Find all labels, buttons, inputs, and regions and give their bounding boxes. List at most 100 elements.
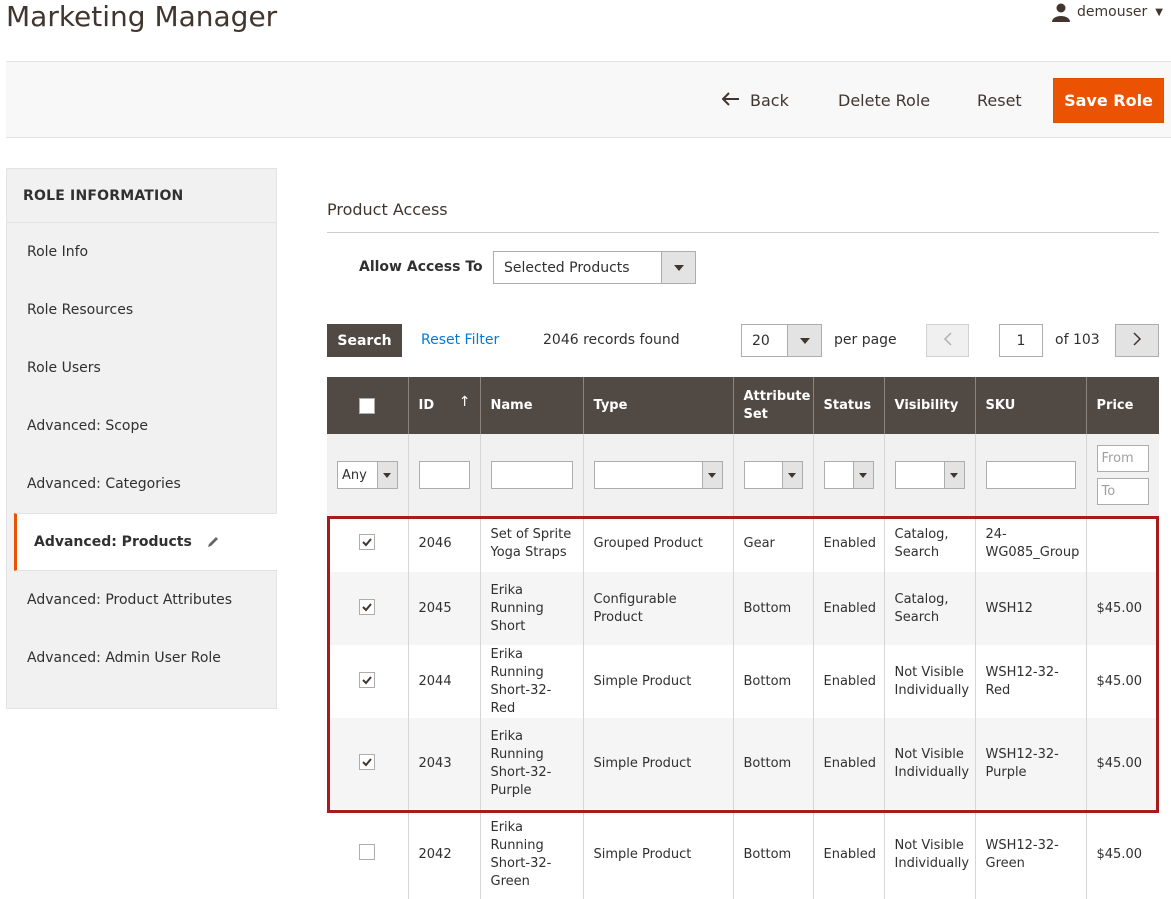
id-cell: 2042 <box>407 809 480 899</box>
id-filter-input[interactable] <box>418 461 470 489</box>
name-cell: Erika Running Short-32-Red <box>479 645 583 718</box>
type-cell: Simple Product <box>582 645 733 718</box>
page-title: Marketing Manager <box>6 0 278 33</box>
per-page-label: per page <box>834 332 897 348</box>
visibility-filter-select[interactable] <box>894 461 965 489</box>
table-row[interactable]: 2046 Set of Sprite Yoga Straps Grouped Pro… <box>327 516 1159 572</box>
column-header-attribute-set[interactable]: Attribute Set <box>732 377 813 434</box>
row-checkbox[interactable] <box>359 843 376 860</box>
visibility-cell: Not Visible Individually <box>883 809 975 899</box>
name-cell: Set of Sprite Yoga Straps <box>479 516 583 572</box>
allow-access-value: Selected Products <box>504 259 630 276</box>
visibility-cell: Catalog, Search <box>883 572 975 645</box>
column-header-id[interactable]: ID ↑ <box>407 377 480 434</box>
sidebar-item-advanced-products[interactable]: Advanced: Products <box>14 513 277 571</box>
type-cell: Grouped Product <box>582 516 733 572</box>
reset-button[interactable]: Reset <box>977 78 1022 123</box>
status-cell: Enabled <box>812 645 884 718</box>
user-menu[interactable]: demouser ▼ <box>1051 2 1163 22</box>
column-header-type[interactable]: Type <box>582 377 733 434</box>
checkmark-icon <box>362 602 373 611</box>
select-all-header[interactable] <box>327 377 408 434</box>
sidebar-item-role-resources[interactable]: Role Resources <box>7 281 276 339</box>
sku-cell: WSH12-32-Purple <box>974 718 1086 809</box>
chevron-left-icon <box>943 331 953 350</box>
row-checkbox[interactable] <box>359 671 376 688</box>
table-row[interactable]: 2045 Erika Running Short Configurable Prod… <box>327 572 1159 645</box>
type-filter-select[interactable] <box>593 461 723 489</box>
name-cell: Erika Running Short <box>479 572 583 645</box>
sidebar-item-advanced-categories[interactable]: Advanced: Categories <box>7 455 276 513</box>
grid-header-row: ID ↑ Name Type Attribute Set Status Visib… <box>327 377 1159 434</box>
sidebar-item-advanced-product-attributes[interactable]: Advanced: Product Attributes <box>7 571 276 629</box>
status-cell: Enabled <box>812 572 884 645</box>
price-from-input[interactable]: From <box>1096 445 1149 472</box>
column-header-visibility[interactable]: Visibility <box>883 377 975 434</box>
total-pages: of 103 <box>1055 332 1100 348</box>
visibility-cell: Not Visible Individually <box>883 645 975 718</box>
dropdown-caret-icon <box>701 462 722 488</box>
visibility-cell: Catalog, Search <box>883 516 975 572</box>
row-checkbox[interactable] <box>359 753 376 770</box>
attribute-set-cell: Bottom <box>732 645 813 718</box>
allow-access-select[interactable]: Selected Products <box>493 251 696 284</box>
products-grid: ID ↑ Name Type Attribute Set Status Visib… <box>327 377 1159 899</box>
dropdown-caret-icon: ▼ <box>1155 6 1163 18</box>
previous-page-button[interactable] <box>926 324 969 357</box>
attribute-set-cell: Gear <box>732 516 813 572</box>
dropdown-caret-icon <box>852 462 873 488</box>
id-cell: 2043 <box>407 718 480 809</box>
dropdown-caret-icon <box>787 325 821 356</box>
page-number-input[interactable] <box>999 324 1043 357</box>
delete-role-button[interactable]: Delete Role <box>838 78 930 123</box>
row-checkbox[interactable] <box>359 534 376 550</box>
section-title: Product Access <box>327 200 448 219</box>
sidebar-item-advanced-admin-user-role[interactable]: Advanced: Admin User Role <box>7 629 276 687</box>
sidebar-item-role-users[interactable]: Role Users <box>7 339 276 397</box>
id-cell: 2045 <box>407 572 480 645</box>
type-cell: Configurable Product <box>582 572 733 645</box>
attribute-set-filter-select[interactable] <box>743 461 803 489</box>
price-cell <box>1085 516 1159 572</box>
row-checkbox[interactable] <box>359 598 376 615</box>
back-button[interactable]: Back <box>721 78 789 123</box>
sidebar-item-advanced-scope[interactable]: Advanced: Scope <box>7 397 276 455</box>
filter-row: Any From To <box>327 434 1159 516</box>
id-cell: 2044 <box>407 645 480 718</box>
per-page-value: 20 <box>752 332 770 349</box>
price-cell: $45.00 <box>1085 718 1159 809</box>
name-cell: Erika Running Short-32-Green <box>479 809 583 899</box>
price-to-input[interactable]: To <box>1096 478 1149 505</box>
search-button[interactable]: Search <box>327 324 402 357</box>
select-all-checkbox[interactable] <box>359 397 376 414</box>
status-filter-select[interactable] <box>823 461 874 489</box>
table-row[interactable]: 2043 Erika Running Short-32-Purple Simple … <box>327 718 1159 809</box>
column-header-price[interactable]: Price <box>1085 377 1159 434</box>
name-filter-input[interactable] <box>490 461 573 489</box>
column-header-status[interactable]: Status <box>812 377 884 434</box>
table-row[interactable]: 2044 Erika Running Short-32-Red Simple Pro… <box>327 645 1159 718</box>
sidebar-item-label: Advanced: Products <box>34 534 192 550</box>
sidebar-item-role-info[interactable]: Role Info <box>7 223 276 281</box>
reset-filter-link[interactable]: Reset Filter <box>421 332 499 348</box>
save-role-button[interactable]: Save Role <box>1053 78 1164 123</box>
allow-access-label: Allow Access To <box>359 259 483 275</box>
column-header-sku[interactable]: SKU <box>974 377 1086 434</box>
visibility-cell: Not Visible Individually <box>883 718 975 809</box>
next-page-button[interactable] <box>1115 324 1159 357</box>
sku-filter-input[interactable] <box>985 461 1076 489</box>
pencil-icon <box>206 535 220 549</box>
dropdown-caret-icon <box>661 252 695 283</box>
name-cell: Erika Running Short-32-Purple <box>479 718 583 809</box>
table-row[interactable]: 2042 Erika Running Short-32-Green Simple P… <box>327 809 1159 899</box>
dropdown-caret-icon <box>943 462 964 488</box>
per-page-select[interactable]: 20 <box>741 324 822 357</box>
username: demouser <box>1077 4 1148 20</box>
sort-up-icon: ↑ <box>458 394 471 410</box>
price-cell: $45.00 <box>1085 645 1159 718</box>
dropdown-caret-icon <box>376 462 397 488</box>
status-cell: Enabled <box>812 718 884 809</box>
column-header-name[interactable]: Name <box>479 377 583 434</box>
in-products-filter[interactable]: Any <box>337 461 398 489</box>
type-cell: Simple Product <box>582 809 733 899</box>
